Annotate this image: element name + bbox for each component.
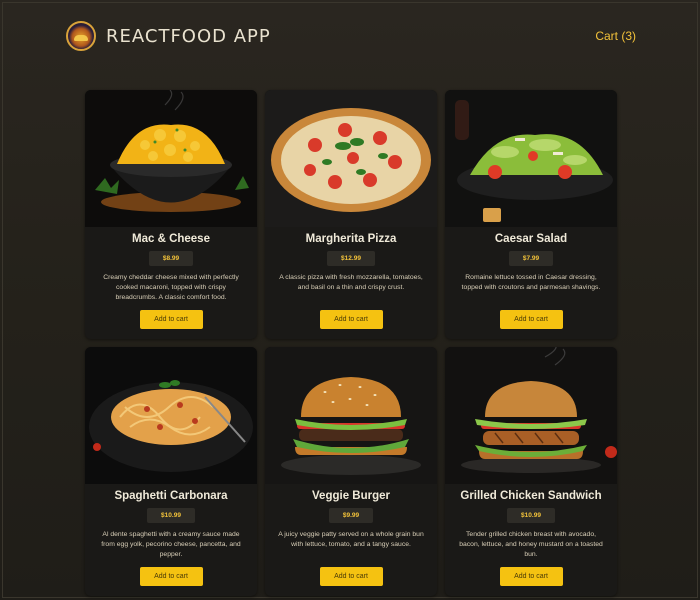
add-to-cart-button[interactable]: Add to cart [319,310,383,329]
cart-button[interactable]: Cart (3) [595,29,636,43]
meal-image-veggie-burger [265,347,437,484]
brand: REACTFOOD APP [66,21,271,51]
meal-card-grilled-chicken-sandwich: Grilled Chicken Sandwich $10.99 Tender g… [445,347,617,596]
meal-card-mac-and-cheese: Mac & Cheese $8.99 Creamy cheddar cheese… [85,90,257,339]
meals-grid: Mac & Cheese $8.99 Creamy cheddar cheese… [85,90,617,596]
meal-price: $10.99 [507,508,555,523]
meal-description: A classic pizza with fresh mozzarella, t… [279,274,423,292]
meal-name: Mac & Cheese [132,233,210,245]
add-to-cart-button[interactable]: Add to cart [499,310,563,329]
meal-card-caesar-salad: Caesar Salad $7.99 Romaine lettuce tosse… [445,90,617,339]
meal-image-mac-and-cheese [85,90,257,227]
meal-name: Caesar Salad [494,233,568,245]
meal-name: Spaghetti Carbonara [114,490,228,502]
meal-card-veggie-burger: Veggie Burger $9.99 A juicy veggie patty… [265,347,437,596]
meal-name: Veggie Burger [312,490,390,502]
meal-image-grilled-chicken-sandwich [445,347,617,484]
meal-description: Creamy cheddar cheese mixed with perfect… [103,274,239,302]
app-title: REACTFOOD APP [106,25,271,47]
meal-card-spaghetti-carbonara: Spaghetti Carbonara $10.99 Al dente spag… [85,347,257,596]
meal-price: $8.99 [148,251,194,266]
meal-description: A juicy veggie patty served on a whole g… [278,531,424,549]
meal-card-margherita-pizza: Margherita Pizza $12.99 A classic pizza … [265,90,437,339]
meal-name: Margherita Pizza [305,233,397,245]
add-to-cart-button[interactable]: Add to cart [139,567,203,586]
meal-description: Al dente spaghetti with a creamy sauce m… [101,531,241,559]
meal-image-margherita-pizza [265,90,437,227]
add-to-cart-button[interactable]: Add to cart [319,567,383,586]
meal-price: $9.99 [328,508,374,523]
app-logo-icon [66,21,96,51]
add-to-cart-button[interactable]: Add to cart [139,310,203,329]
add-to-cart-button[interactable]: Add to cart [499,567,563,586]
app-header: REACTFOOD APP Cart (3) [66,20,636,52]
meal-price: $12.99 [327,251,375,266]
meal-image-caesar-salad [445,90,617,227]
meal-description: Tender grilled chicken breast with avoca… [459,531,603,559]
meal-name: Grilled Chicken Sandwich [460,490,602,502]
meal-description: Romaine lettuce tossed in Caesar dressin… [461,274,601,292]
meal-price: $10.99 [147,508,195,523]
meal-price: $7.99 [508,251,554,266]
meal-image-spaghetti-carbonara [85,347,257,484]
